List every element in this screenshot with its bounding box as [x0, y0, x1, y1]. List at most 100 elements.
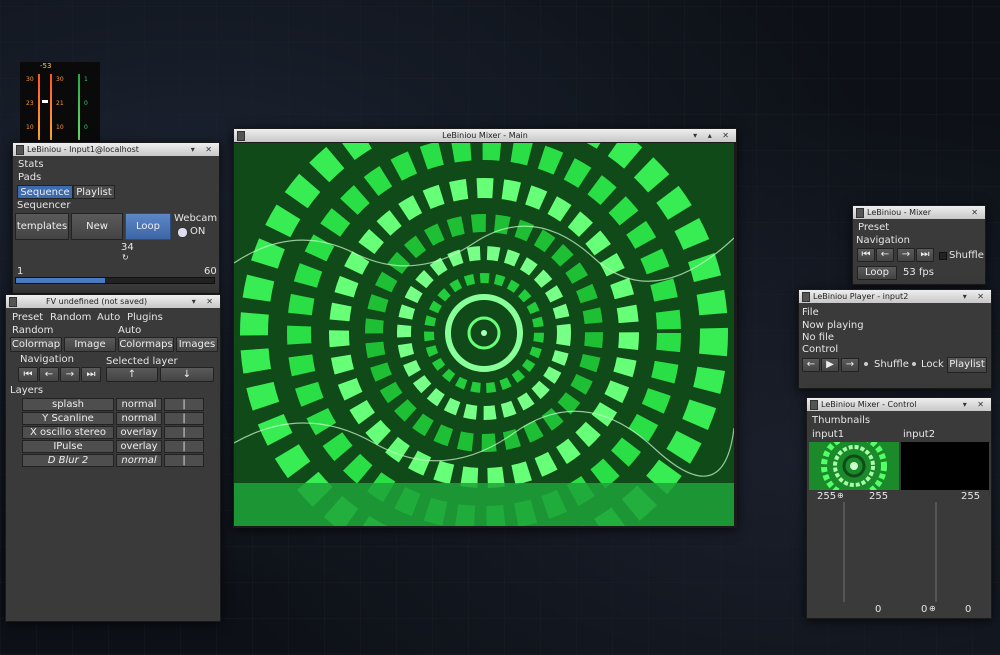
nav-next-icon[interactable]: → [60, 367, 80, 382]
new-button[interactable]: New [71, 213, 123, 240]
tab-sequence[interactable]: Sequence [17, 185, 73, 199]
refresh-icon[interactable]: ↻ [122, 253, 129, 262]
window-controls[interactable]: ▾ ▴ ✕ [693, 129, 733, 142]
window-controls[interactable]: ✕ [971, 206, 982, 219]
sequencer-progress-fill [16, 278, 106, 283]
preset-label: Preset [858, 222, 890, 233]
window-controls[interactable]: ▾ ✕ [963, 398, 988, 411]
mixer-first-icon[interactable]: ⏮ [857, 248, 875, 262]
window-controls[interactable]: ▾ ✕ [963, 290, 988, 303]
menu-stats[interactable]: Stats [18, 159, 44, 170]
slider-track-1[interactable] [843, 502, 845, 602]
meter-marker [42, 100, 48, 103]
mixer-titlebar[interactable]: LeBiniou - Mixer ✕ [853, 206, 985, 219]
range-min: 1 [17, 266, 24, 277]
window-controls[interactable]: ▾ ✕ [191, 143, 216, 156]
main-window: LeBiniou Mixer - Main ▾ ▴ ✕ [233, 128, 737, 528]
window-controls[interactable]: ▾ ✕ [192, 295, 217, 308]
image-button[interactable]: Image [64, 337, 116, 352]
layer-mode[interactable]: normal [116, 412, 162, 425]
layers-titlebar[interactable]: FV undefined (not saved) ▾ ✕ [6, 295, 220, 308]
webcam-state[interactable]: ON [190, 226, 205, 237]
layer-mode[interactable]: normal [116, 454, 162, 467]
menu-preset[interactable]: Preset [12, 312, 43, 323]
templates-button[interactable]: templates [15, 213, 69, 240]
input2-thumbnail[interactable] [901, 442, 989, 490]
player-window: LeBiniou Player - input2 ▾ ✕ File Now pl… [798, 289, 992, 389]
layers-window: FV undefined (not saved) ▾ ✕ Preset Rand… [5, 294, 221, 622]
menu-pads[interactable]: Pads [18, 172, 41, 183]
sequencer-window: LeBiniou - Input1@localhost ▾ ✕ Stats Pa… [12, 142, 220, 294]
mixer-last-icon[interactable]: ⏭ [916, 248, 934, 262]
layer-mode[interactable]: normal [116, 398, 162, 411]
player-next-icon[interactable]: → [841, 358, 859, 372]
colormaps-button[interactable]: Colormaps [118, 337, 174, 352]
player-titlebar[interactable]: LeBiniou Player - input2 ▾ ✕ [799, 290, 991, 303]
mixer-loop-button[interactable]: Loop [857, 266, 897, 280]
shuffle-radio[interactable] [864, 362, 868, 366]
window-title: LeBiniou Mixer - Control [821, 400, 917, 409]
player-play-icon[interactable]: ▶ [821, 358, 839, 372]
slider-track-2[interactable] [935, 502, 937, 602]
nav-last-icon[interactable]: ⏭ [81, 367, 101, 382]
lock-radio[interactable] [912, 362, 916, 366]
nav-first-icon[interactable]: ⏮ [18, 367, 38, 382]
sequencer-value: 34 [121, 242, 134, 253]
loop-button[interactable]: Loop [125, 213, 171, 240]
meter-bar-left [38, 74, 40, 140]
tab-playlist[interactable]: Playlist [73, 185, 115, 199]
layer-mode[interactable]: overlay [116, 426, 162, 439]
layer-lock[interactable]: | [164, 412, 204, 425]
meter-mid-label: 21 [56, 100, 64, 107]
layer-name[interactable]: Y Scanline [22, 412, 114, 425]
link-icon[interactable]: ⊕ [929, 604, 936, 613]
audio-level-meter: -53 30 23 10 30 21 10 1 0 0 [20, 62, 100, 144]
layer-lock[interactable]: | [164, 440, 204, 453]
random-label: Random [12, 325, 54, 336]
images-button[interactable]: Images [176, 337, 218, 352]
colormap-button[interactable]: Colormap [10, 337, 62, 352]
layer-name[interactable]: splash [22, 398, 114, 411]
layer-lock[interactable]: | [164, 454, 204, 467]
mixer-window: LeBiniou - Mixer ✕ Preset Navigation ⏮ ←… [852, 205, 986, 285]
mixer-prev-icon[interactable]: ← [876, 248, 894, 262]
layer-lock[interactable]: | [164, 426, 204, 439]
layer-up-icon[interactable]: ↑ [106, 367, 158, 382]
player-prev-icon[interactable]: ← [802, 358, 820, 372]
shuffle-label: Shuffle [949, 250, 984, 261]
layer-name[interactable]: IPulse [22, 440, 114, 453]
nav-prev-icon[interactable]: ← [39, 367, 59, 382]
selected-layer-label: Selected layer [106, 356, 178, 367]
control-label: Control [802, 344, 839, 355]
input1-thumbnail[interactable] [809, 442, 899, 490]
slider-top-value: 255 [869, 491, 889, 502]
control-titlebar[interactable]: LeBiniou Mixer - Control ▾ ✕ [807, 398, 991, 411]
meter-left-tick: 23 [26, 100, 34, 107]
menu-random[interactable]: Random [50, 312, 91, 323]
meter-right-tick: 1 [84, 76, 88, 83]
menu-auto[interactable]: Auto [97, 312, 120, 323]
layer-name[interactable]: X oscillo stereo [22, 426, 114, 439]
file-label: File [802, 307, 819, 318]
visualization-canvas[interactable] [234, 143, 734, 526]
layer-mode[interactable]: overlay [116, 440, 162, 453]
layer-name[interactable]: D Blur 2 [22, 454, 114, 467]
main-titlebar[interactable]: LeBiniou Mixer - Main ▾ ▴ ✕ [234, 129, 736, 142]
window-title: LeBiniou - Mixer [867, 208, 932, 217]
layer-lock[interactable]: | [164, 398, 204, 411]
link-icon[interactable]: ⊕ [837, 491, 844, 500]
shuffle-checkbox[interactable] [939, 252, 947, 260]
control-window: LeBiniou Mixer - Control ▾ ✕ Thumbnails … [806, 397, 992, 619]
mixer-next-icon[interactable]: → [897, 248, 915, 262]
meter-right-tick: 0 [84, 100, 88, 107]
playlist-button[interactable]: Playlist [947, 357, 987, 373]
webcam-toggle-icon[interactable] [177, 227, 188, 238]
window-icon [9, 297, 17, 307]
window-icon [802, 292, 810, 302]
sequencer-progress-bar[interactable] [15, 277, 215, 284]
meter-top-label: -53 [40, 62, 52, 70]
sequencer-titlebar[interactable]: LeBiniou - Input1@localhost ▾ ✕ [13, 143, 219, 156]
menu-plugins[interactable]: Plugins [127, 312, 163, 323]
window-title: LeBiniou Player - input2 [813, 292, 909, 301]
layer-down-icon[interactable]: ↓ [160, 367, 214, 382]
